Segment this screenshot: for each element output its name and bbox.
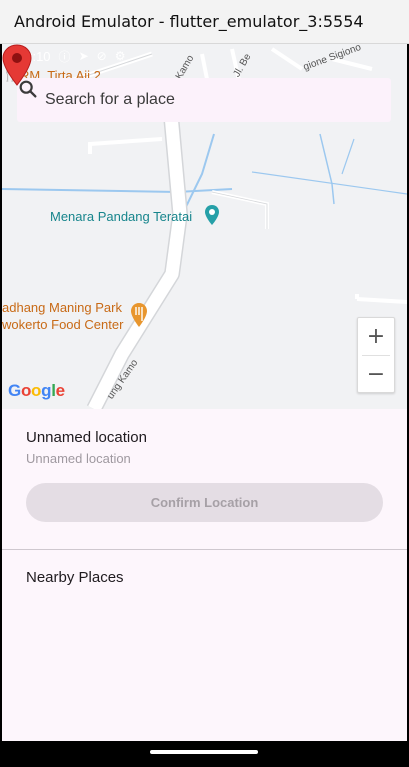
window-titlebar: Android Emulator - flutter_emulator_3:55…	[0, 0, 409, 44]
alert-circle-icon: ⓘ	[58, 49, 71, 64]
food-pin-icon[interactable]	[130, 302, 148, 328]
do-not-disturb-icon: ⊘	[96, 49, 107, 63]
nearby-places-heading: Nearby Places	[26, 569, 124, 586]
app-screen: 10:10 ⓘ ➤ ⊘ ⚙ 🍴 RM. Tirta Aji 2 Menara P…	[2, 44, 407, 741]
poi-label-food-center[interactable]: wokerto Food Center	[2, 317, 123, 332]
location-address: Unnamed location	[26, 451, 131, 466]
poi-label-park[interactable]: adhang Maning Park	[2, 300, 122, 315]
android-navigation-bar	[0, 741, 409, 767]
zoom-in-button[interactable]: +	[358, 318, 394, 355]
map-view[interactable]: 10:10 ⓘ ➤ ⊘ ⚙ 🍴 RM. Tirta Aji 2 Menara P…	[2, 44, 407, 409]
location-name: Unnamed location	[26, 429, 147, 446]
google-logo: Google	[8, 381, 65, 400]
window-title: Android Emulator - flutter_emulator_3:55…	[14, 12, 364, 31]
emulator-frame: Android Emulator - flutter_emulator_3:55…	[0, 0, 409, 767]
home-gesture-handle[interactable]	[150, 750, 258, 754]
zoom-out-button[interactable]: −	[358, 356, 394, 393]
poi-label-tower[interactable]: Menara Pandang Teratai	[50, 209, 192, 224]
zoom-controls: + −	[357, 317, 395, 393]
confirm-location-button[interactable]: Confirm Location	[26, 483, 383, 522]
android-status-bar: 10:10 ⓘ ➤ ⊘ ⚙	[18, 46, 125, 66]
place-search-bar[interactable]	[17, 78, 391, 122]
location-marker-icon[interactable]	[2, 44, 32, 86]
search-input[interactable]	[45, 91, 325, 109]
navigation-arrow-icon: ➤	[78, 49, 89, 63]
tower-pin-icon[interactable]	[204, 204, 220, 226]
gear-icon: ⚙	[114, 49, 126, 63]
section-divider	[2, 549, 407, 550]
